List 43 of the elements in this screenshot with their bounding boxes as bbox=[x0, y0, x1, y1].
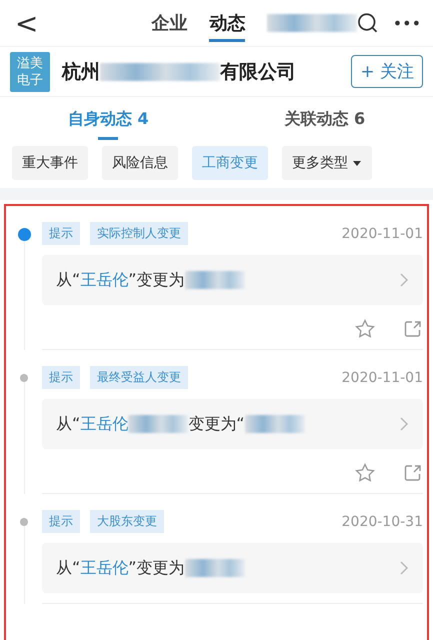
company-logo: 溢美电子 bbox=[10, 52, 50, 92]
change-text: ”变更为 bbox=[128, 558, 185, 578]
star-icon[interactable] bbox=[355, 319, 375, 339]
event-tag: 提示 bbox=[42, 366, 80, 389]
change-card[interactable]: 从“王岳伦 变更为“ bbox=[42, 399, 423, 449]
change-text: ”变更为 bbox=[128, 270, 185, 290]
change-card[interactable]: 从“王岳伦”变更为 bbox=[42, 543, 423, 593]
sub-tab[interactable]: 自身动态 4 bbox=[0, 97, 216, 142]
company-name: 杭州 bbox=[62, 60, 100, 84]
nav-tab[interactable]: 企业 bbox=[151, 4, 188, 42]
chevron-icon bbox=[399, 560, 409, 576]
blurred-text bbox=[128, 415, 188, 433]
blurred-text bbox=[184, 271, 245, 289]
filter-chip[interactable]: 风险信息 bbox=[102, 146, 178, 180]
event-date: 2020-11-01 bbox=[342, 226, 423, 242]
event-date: 2020-10-31 bbox=[342, 514, 423, 530]
change-text: 变更为“ bbox=[188, 414, 245, 434]
share-icon[interactable] bbox=[403, 463, 423, 483]
nav-tab[interactable]: 动态 bbox=[209, 4, 246, 42]
blurred-text bbox=[184, 559, 245, 577]
filter-chip[interactable]: 更多类型 bbox=[282, 146, 372, 180]
event-tag: 最终受益人变更 bbox=[90, 366, 188, 389]
filter-chip[interactable]: 重大事件 bbox=[12, 146, 88, 180]
share-icon[interactable] bbox=[403, 319, 423, 339]
follow-button[interactable]: + 关注 bbox=[351, 55, 423, 88]
search-icon[interactable] bbox=[357, 12, 379, 34]
blurred-text bbox=[244, 415, 305, 433]
star-icon[interactable] bbox=[355, 463, 375, 483]
change-text: 从“ bbox=[56, 270, 80, 290]
sub-tab[interactable]: 关联动态 6 bbox=[216, 97, 433, 142]
event-tag: 提示 bbox=[42, 510, 80, 533]
change-text: 从“ bbox=[56, 558, 80, 578]
chevron-icon bbox=[399, 416, 409, 432]
chevron-icon bbox=[399, 272, 409, 288]
back-button[interactable]: < bbox=[12, 6, 42, 40]
change-card[interactable]: 从“王岳伦”变更为 bbox=[42, 255, 423, 305]
event-tag: 提示 bbox=[42, 222, 80, 245]
company-name: 有限公司 bbox=[220, 60, 296, 84]
event-tag: 实际控制人变更 bbox=[90, 222, 188, 245]
more-button[interactable]: ••• bbox=[392, 14, 421, 32]
event-date: 2020-11-01 bbox=[342, 370, 423, 386]
event-tag: 大股东变更 bbox=[90, 510, 164, 533]
change-text: 从“ bbox=[56, 414, 80, 434]
